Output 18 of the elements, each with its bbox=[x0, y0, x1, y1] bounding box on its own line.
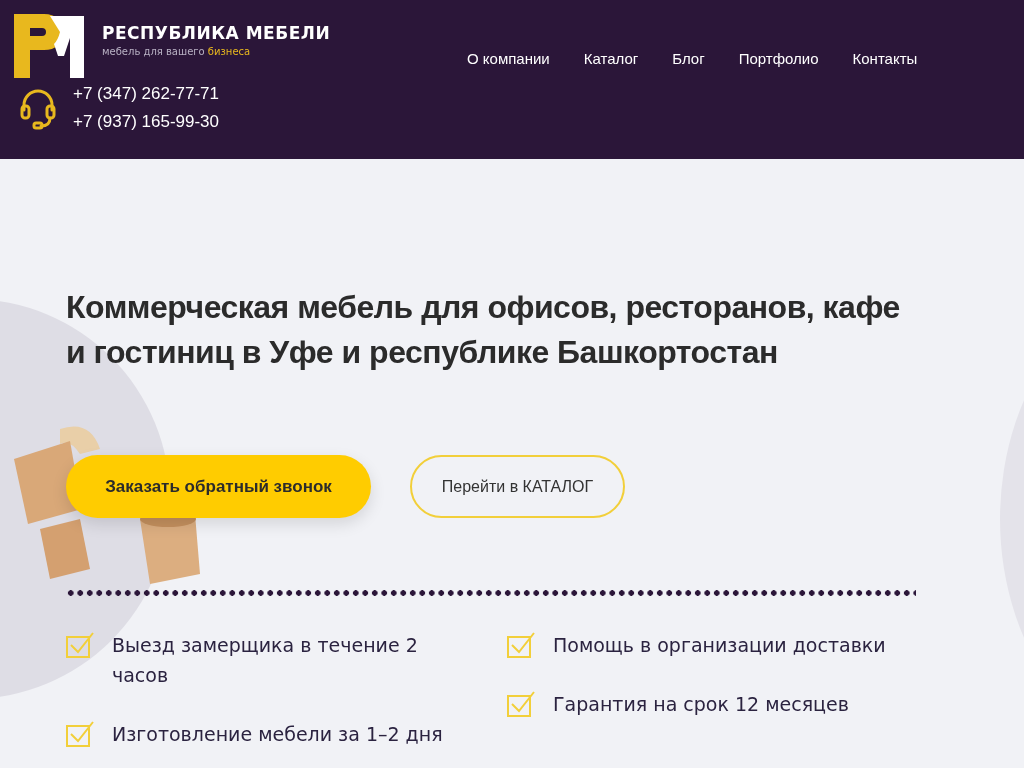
nav-link[interactable]: Контакты bbox=[852, 50, 918, 70]
catalog-button[interactable]: Перейти в КАТАЛОГ bbox=[410, 455, 625, 518]
phone-link[interactable]: +7 (937) 165-99-30 bbox=[73, 112, 220, 132]
headset-icon bbox=[19, 88, 57, 130]
hero-heading: Коммерческая мебель для офисов, ресторанов, кафе и гостиниц в Уфе и республике Башкортостан bbox=[66, 288, 901, 372]
feature-text: Помощь в организации доставки bbox=[553, 633, 887, 658]
nav-link[interactable]: Блог bbox=[672, 50, 705, 70]
nav-link[interactable]: Каталог bbox=[583, 50, 639, 70]
nav-link[interactable]: О компании bbox=[467, 50, 550, 70]
logo-icon[interactable] bbox=[14, 14, 84, 78]
feature-text: Изготовление мебели за 1–2 дня bbox=[112, 722, 444, 747]
callback-button[interactable]: Заказать обратный звонок bbox=[66, 455, 371, 518]
brand-tagline: мебель для вашего бизнеса bbox=[102, 46, 252, 57]
feature-text: Выезд замерщика в течение 2 часов bbox=[112, 633, 419, 688]
feature-text: Гарантия на срок 12 месяцев bbox=[553, 692, 850, 717]
nav-link[interactable]: Портфолио bbox=[738, 50, 819, 70]
brand-name: РЕСПУБЛИКА МЕБЕЛИ bbox=[102, 23, 331, 43]
phone-link[interactable]: +7 (347) 262-77-71 bbox=[73, 84, 220, 104]
